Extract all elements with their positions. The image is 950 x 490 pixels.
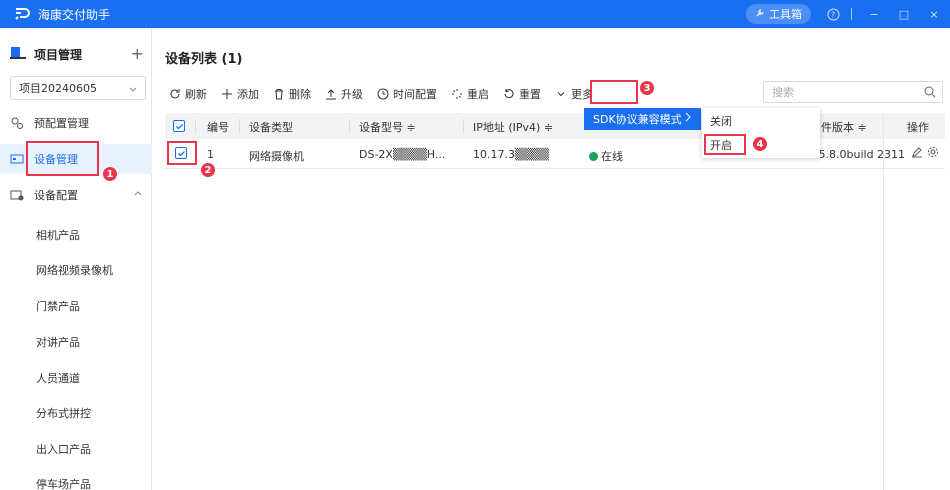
refresh-icon (169, 88, 181, 100)
main-panel: 设备列表 (1) 刷新 添加 删除 升级 时间配置 重启 重置 更多 搜索 编号… (153, 28, 950, 490)
plus-icon (221, 88, 233, 100)
sdk-mode-label: SDK协议兼容模式 (593, 113, 682, 126)
toolbox-label: 工具箱 (769, 8, 802, 21)
sidebar-subitem-parking[interactable]: 停车场产品 (36, 476, 91, 490)
close-icon[interactable]: × (926, 6, 942, 22)
restart-icon (451, 88, 463, 100)
project-select-value: 项目20240605 (19, 82, 97, 95)
time-config-button[interactable]: 时间配置 (377, 86, 437, 102)
table-header: 编号 设备类型 设备型号 ≑ IP地址 (IPv4) ≑ 件版本 ≑ 操作 (165, 113, 945, 139)
menu-option-close[interactable]: 关闭 (710, 113, 732, 129)
restart-label: 重启 (467, 88, 489, 101)
sidebar-subitem-nvr[interactable]: 网络视频录像机 (36, 262, 113, 278)
help-icon[interactable]: ? (825, 6, 841, 22)
highlight-box-row-checkbox (167, 141, 197, 165)
maximize-icon[interactable]: □ (896, 6, 912, 22)
search-icon[interactable] (924, 86, 936, 101)
toolbox-button[interactable]: 工具箱 (746, 4, 811, 24)
delete-label: 删除 (289, 88, 311, 101)
sidebar-item-label: 预配置管理 (34, 117, 89, 130)
app-logo-icon (14, 6, 30, 22)
restart-button[interactable]: 重启 (451, 86, 489, 102)
cell-model: DS-2X▒▒▒▒H... (359, 148, 446, 161)
search-input[interactable]: 搜索 (763, 81, 943, 103)
online-status-icon (589, 152, 598, 161)
delete-button[interactable]: 删除 (273, 86, 311, 102)
sidebar-subitem-intercom[interactable]: 对讲产品 (36, 334, 80, 350)
time-config-label: 时间配置 (393, 88, 437, 101)
step-badge-3: 3 (639, 80, 655, 96)
column-header-model[interactable]: 设备型号 ≑ (359, 119, 416, 135)
sidebar-subitem-turnstile[interactable]: 人员通道 (36, 370, 80, 386)
sidebar-subitem-entrance[interactable]: 出入口产品 (36, 441, 91, 457)
table-row[interactable]: 1 网络摄像机 DS-2X▒▒▒▒H... 10.17.3▒▒▒▒ 在线 IP … (165, 139, 945, 169)
upgrade-icon (325, 88, 337, 100)
column-header-firmware[interactable]: 件版本 ≑ (821, 119, 867, 135)
upgrade-button[interactable]: 升级 (325, 86, 363, 102)
status-text: 在线 (601, 150, 623, 163)
device-icon (10, 152, 24, 166)
sidebar-subitem-video-wall[interactable]: 分布式拼控 (36, 405, 91, 421)
highlight-box-device-management (26, 141, 99, 176)
reset-button[interactable]: 重置 (503, 86, 541, 102)
step-badge-4: 4 (752, 136, 768, 152)
step-badge-2: 2 (200, 162, 216, 178)
select-all-checkbox[interactable] (173, 120, 185, 132)
cell-status: 在线 (589, 148, 623, 164)
title-bar: 海康交付助手 工具箱 ? − □ × (0, 0, 950, 28)
highlight-box-open (704, 134, 746, 155)
column-divider (195, 119, 196, 133)
column-header-no[interactable]: 编号 (207, 119, 229, 135)
chevron-up-icon[interactable] (134, 188, 142, 201)
page-title: 设备列表 (1) (165, 52, 243, 67)
sidebar-item-preconfig[interactable]: 预配置管理 (0, 108, 152, 138)
column-header-ip[interactable]: IP地址 (IPv4) ≑ (473, 119, 553, 135)
clock-icon (377, 88, 389, 100)
column-header-type[interactable]: 设备类型 (249, 119, 293, 135)
app-title: 海康交付助手 (38, 7, 111, 22)
sidebar: 项目管理 + 项目20240605 预配置管理 设备管理 设备配置 相机产品 网… (0, 28, 152, 490)
project-icon (10, 46, 26, 63)
sidebar-subitem-access-control[interactable]: 门禁产品 (36, 298, 80, 314)
chevron-down-icon (129, 83, 137, 96)
svg-text:?: ? (831, 10, 835, 19)
column-divider (349, 119, 350, 133)
chevron-right-icon (684, 111, 692, 126)
project-header-label: 项目管理 (34, 47, 83, 62)
settings-cluster-icon (10, 116, 24, 130)
titlebar-divider (851, 8, 852, 20)
column-divider (239, 119, 240, 133)
reset-label: 重置 (519, 88, 541, 101)
trash-icon (273, 88, 285, 100)
reset-icon (503, 88, 515, 100)
wrench-icon (755, 8, 765, 21)
sidebar-item-device-config[interactable]: 设备配置 (0, 180, 152, 210)
minimize-icon[interactable]: − (866, 6, 882, 22)
menu-item-sdk-compat-mode[interactable]: SDK协议兼容模式 (584, 108, 701, 130)
refresh-label: 刷新 (185, 88, 207, 101)
more-button[interactable]: 更多 (555, 86, 593, 102)
device-config-icon (10, 188, 24, 202)
project-header: 项目管理 + (10, 44, 144, 63)
chevron-down-icon (555, 88, 567, 100)
step-badge-1: 1 (102, 166, 118, 182)
highlight-box-more (590, 80, 638, 104)
add-project-button[interactable]: + (131, 44, 144, 63)
add-label: 添加 (237, 88, 259, 101)
operations-column-divider (883, 113, 945, 490)
sidebar-item-label: 设备配置 (34, 189, 78, 202)
cell-no: 1 (207, 148, 214, 161)
add-button[interactable]: 添加 (221, 86, 259, 102)
project-select[interactable]: 项目20240605 (10, 76, 146, 100)
cell-ip: 10.17.3▒▒▒▒ (473, 148, 549, 161)
toolbar: 刷新 添加 删除 升级 时间配置 重启 重置 更多 (169, 85, 607, 103)
upgrade-label: 升级 (341, 88, 363, 101)
cell-type: 网络摄像机 (249, 150, 304, 163)
refresh-button[interactable]: 刷新 (169, 86, 207, 102)
sidebar-subitem-camera[interactable]: 相机产品 (36, 227, 80, 243)
column-divider (463, 119, 464, 133)
search-placeholder: 搜索 (772, 86, 794, 99)
